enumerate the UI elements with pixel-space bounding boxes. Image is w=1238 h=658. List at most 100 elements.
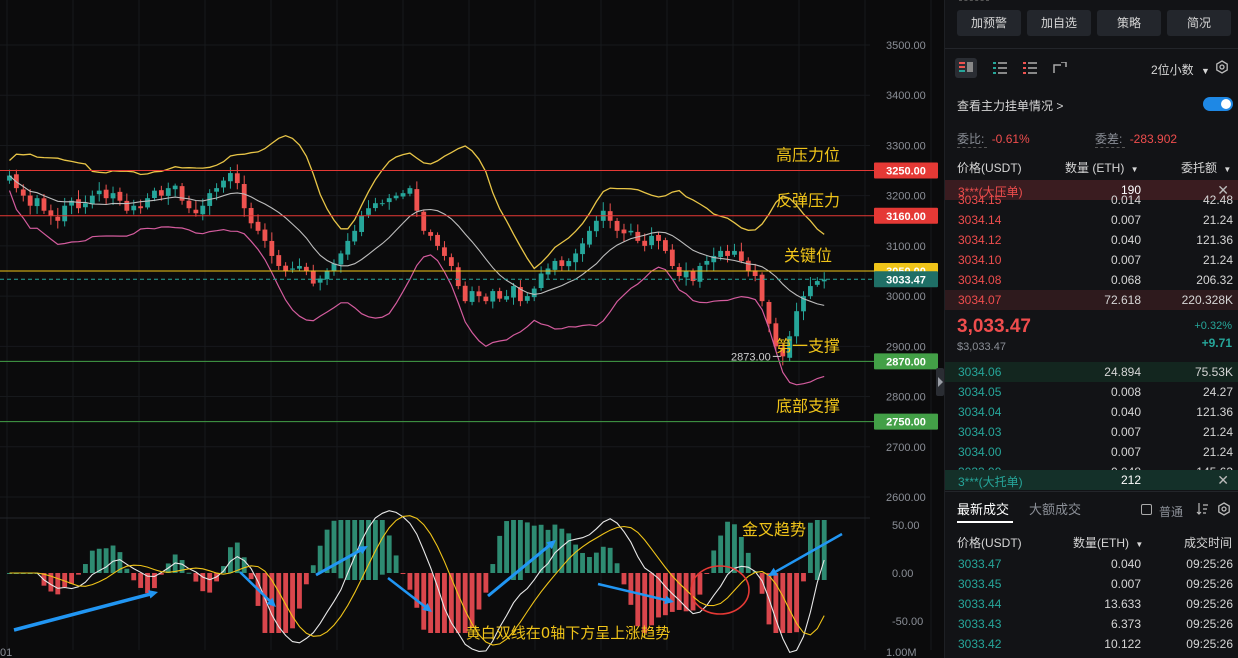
ob-header-qty-sort[interactable]: 数量 (ETH) ▼	[1065, 159, 1139, 176]
trade-qty: 6.373	[1110, 617, 1141, 631]
price-chart[interactable]: 3500.00 3400.00 3300.00 3200.00 3100.00 3000.…	[0, 0, 942, 658]
ask-row[interactable]: 3034.10 0.007 21.24	[945, 250, 1238, 270]
candle-body	[27, 195, 33, 206]
trade-price: 3033.43	[958, 617, 1002, 631]
macd-histogram-bar	[614, 563, 620, 573]
ask-row[interactable]: 3034.08 0.068 206.32	[945, 270, 1238, 290]
trend-arrow	[768, 532, 843, 576]
x-axis-label: 01	[0, 647, 12, 658]
decimals-select[interactable]: 2位小数 ▼	[1151, 61, 1210, 78]
order-ratio: 委比: -0.61%	[957, 130, 1030, 147]
candle-body	[117, 191, 123, 201]
tab-large-trades[interactable]: 大额成交	[1029, 499, 1081, 518]
filter-icon[interactable]	[1196, 502, 1209, 520]
ask-qty: 0.007	[1110, 253, 1141, 267]
trade-row[interactable]: 3033.44 13.633 09:25:26	[945, 594, 1238, 614]
macd-histogram-bar	[407, 573, 413, 590]
macd-histogram-bar	[483, 573, 489, 593]
overview-button[interactable]: 简况	[1167, 10, 1231, 36]
macd-histogram-bar	[428, 573, 434, 633]
macd-histogram-bar	[400, 573, 406, 574]
panel-collapse-handle[interactable]	[936, 368, 944, 396]
candle-body	[324, 271, 330, 280]
candle-body	[310, 270, 316, 284]
ask-row[interactable]: 3034.07 72.618 220.328K	[945, 290, 1238, 310]
strategy-button[interactable]: 策略	[1097, 10, 1161, 36]
ask-row[interactable]: 3034.12 0.040 121.36	[945, 230, 1238, 250]
main-orders-toggle[interactable]	[1203, 97, 1233, 111]
main-orders-link[interactable]: 查看主力挂单情况 >	[957, 97, 1063, 114]
trade-row[interactable]: 3033.45 0.007 09:25:26	[945, 574, 1238, 594]
bid-row[interactable]: 3034.04 0.040 121.36	[945, 402, 1238, 422]
y-tick-label: 3100.00	[886, 241, 926, 253]
candle-body	[725, 250, 730, 256]
candle-body	[662, 240, 668, 251]
trade-row[interactable]: 3033.42 10.122 09:25:26	[945, 634, 1238, 654]
macd-histogram-bar	[186, 572, 192, 574]
trade-qty: 10.122	[1104, 637, 1141, 651]
macd-histogram-bar	[476, 573, 482, 610]
candle-body	[490, 291, 496, 302]
order-ratio-label: 委比:	[957, 132, 985, 146]
big-bid-qty: 212	[1120, 473, 1141, 487]
normal-checkbox[interactable]	[1141, 504, 1152, 515]
candle-body	[82, 203, 88, 208]
ask-amount: 121.36	[1196, 233, 1233, 247]
ob-header-amount: 委托额	[1181, 161, 1218, 175]
trade-row[interactable]: 3033.43 6.373 09:25:26	[945, 614, 1238, 634]
candle-body	[593, 220, 599, 232]
divider	[945, 491, 1238, 492]
candle-body	[676, 267, 682, 277]
candle-body	[172, 185, 178, 190]
trade-qty: 0.040	[1110, 557, 1141, 571]
bid-row[interactable]: 3034.03 0.007 21.24	[945, 422, 1238, 442]
candle-body	[476, 291, 482, 297]
macd-histogram-bar	[124, 568, 130, 573]
macd-histogram-bar	[628, 573, 634, 605]
settings-icon[interactable]	[1217, 502, 1231, 521]
level-tag-text: 3160.00	[886, 211, 926, 223]
bids-view-icon[interactable]	[989, 58, 1011, 78]
macd-histogram-bar	[545, 529, 551, 573]
ask-price: 3034.07	[958, 293, 1002, 307]
bid-row[interactable]: 3034.06 24.894 75.53K	[945, 362, 1238, 382]
y-tick-label: 3400.00	[886, 90, 926, 102]
ask-row[interactable]: 3034.14 0.007 21.24	[945, 210, 1238, 230]
add-watchlist-button[interactable]: 加自选	[1027, 10, 1091, 36]
ask-price: 3034.15	[958, 193, 1002, 207]
macd-histogram-bar	[566, 533, 572, 573]
macd-histogram-bar	[207, 573, 213, 593]
trade-time: 09:25:26	[1186, 557, 1233, 571]
depth-view-icon[interactable]	[1049, 58, 1071, 78]
low-price-marker: 2873.00	[731, 351, 771, 363]
trade-time: 09:25:26	[1186, 597, 1233, 611]
ask-row[interactable]: 3034.15 0.014 42.48	[945, 190, 1238, 210]
trades-header-qty-sort[interactable]: 数量(ETH) ▼	[1073, 534, 1143, 551]
add-alert-button[interactable]: 加预警	[957, 10, 1021, 36]
macd-trend-annotation: 黄白双线在0轴下方呈上涨趋势	[466, 624, 671, 642]
both-sides-view-icon[interactable]	[955, 58, 977, 78]
candle-body	[110, 193, 116, 199]
candle-body	[200, 205, 206, 215]
candle-body	[379, 203, 385, 205]
bid-row[interactable]: 3034.05 0.008 24.27	[945, 382, 1238, 402]
asks-view-icon[interactable]	[1019, 58, 1041, 78]
ask-price: 3034.12	[958, 233, 1002, 247]
candle-body	[227, 173, 233, 182]
macd-histogram-bar	[704, 573, 710, 574]
ask-price: 3034.08	[958, 273, 1002, 287]
bid-row[interactable]: 3034.00 0.007 21.24	[945, 442, 1238, 462]
y-tick-label: 2900.00	[886, 341, 926, 353]
last-price-usd: $3,033.47	[957, 341, 1006, 353]
settings-icon[interactable]	[1215, 60, 1229, 79]
trade-qty: 0.007	[1110, 577, 1141, 591]
trade-row[interactable]: 3033.47 0.040 09:25:26	[945, 554, 1238, 574]
macd-tick-label: 0.00	[892, 568, 913, 580]
close-icon[interactable]: ✕	[1217, 472, 1229, 489]
ob-header-amount-sort[interactable]: 委托额 ▼	[1181, 159, 1231, 176]
ask-amount: 220.328K	[1181, 293, 1233, 307]
macd-histogram-bar	[379, 520, 385, 575]
level-tag-text: 3250.00	[886, 166, 926, 178]
tab-latest-trades[interactable]: 最新成交	[957, 499, 1009, 518]
big-bid-row[interactable]: 3***(大托单) 212 ✕	[945, 470, 1238, 490]
